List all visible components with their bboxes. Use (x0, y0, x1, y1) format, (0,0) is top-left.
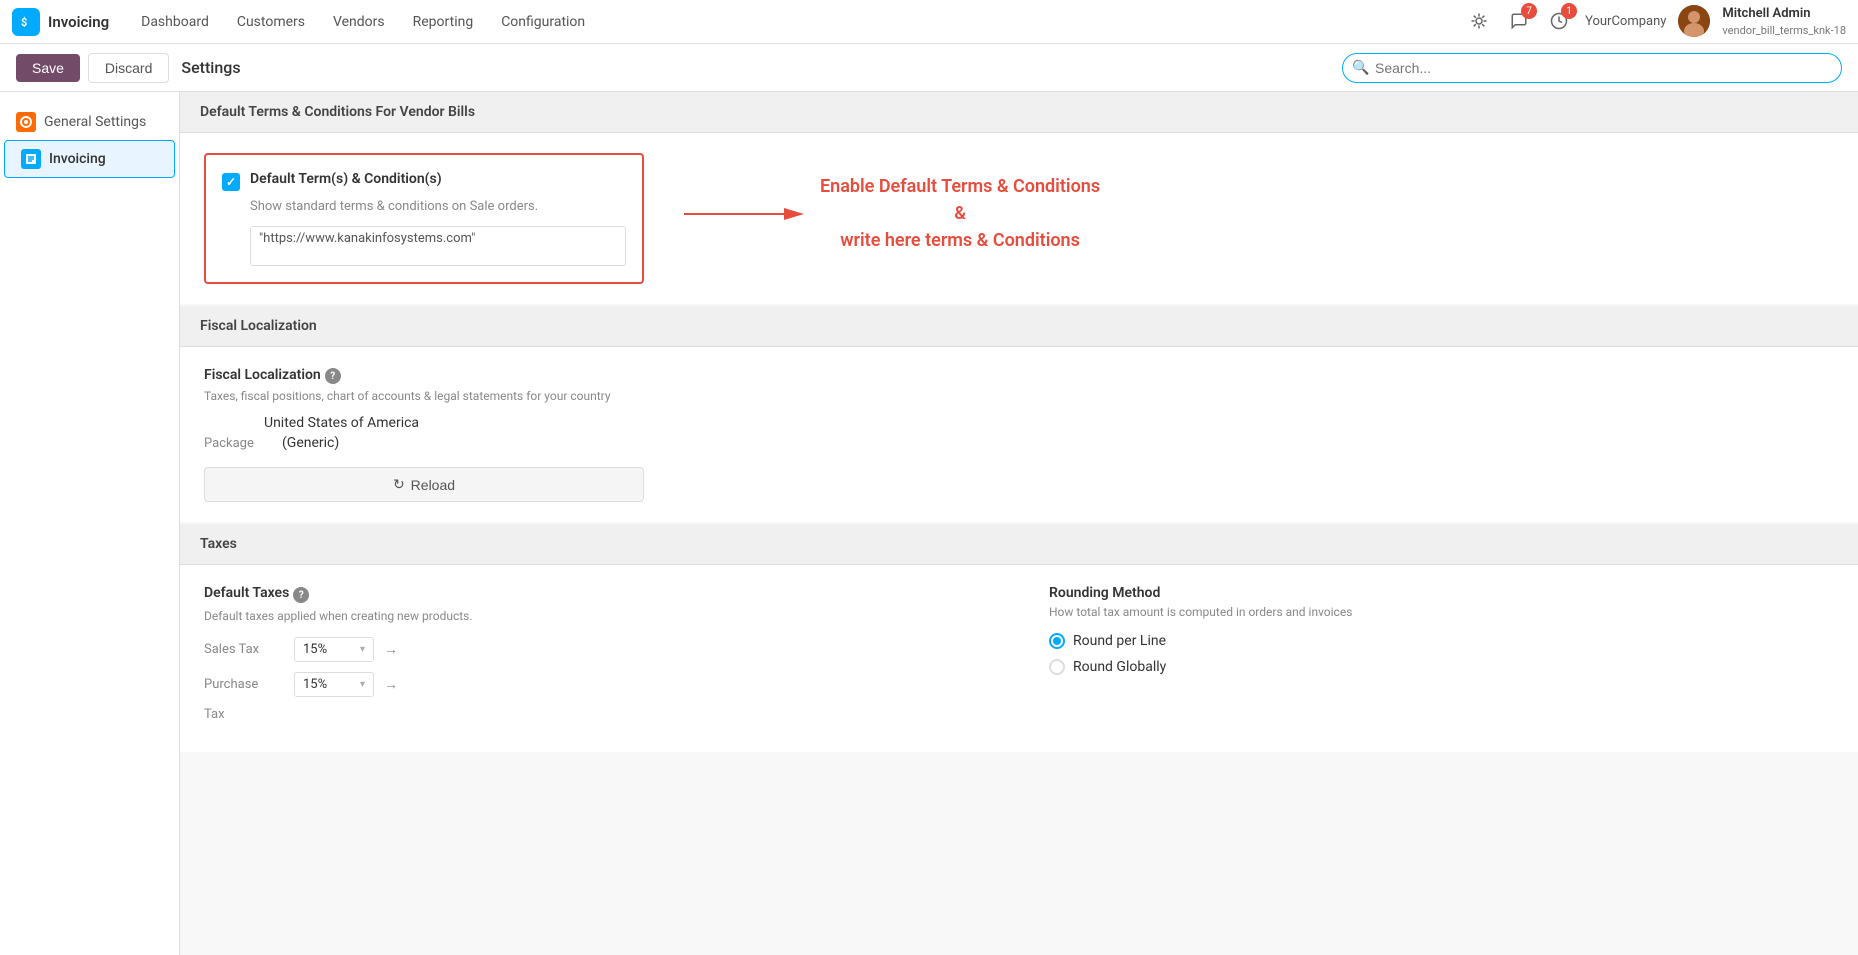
nav-reporting[interactable]: Reporting (401, 8, 486, 36)
terms-section: Default Terms & Conditions For Vendor Bi… (180, 92, 1858, 304)
purchase-tax-chevron: ▾ (360, 679, 365, 690)
taxes-row: Default Taxes ? Default taxes applied wh… (204, 585, 1834, 732)
reload-button[interactable]: ↻ Reload (204, 467, 644, 502)
purchase-tax-link[interactable]: → (384, 676, 398, 693)
invoicing-icon (21, 149, 41, 169)
taxes-section-body: Default Taxes ? Default taxes applied wh… (180, 565, 1858, 752)
round-globally-radio[interactable] (1049, 659, 1065, 675)
purchase-tax-value: 15% (303, 677, 327, 692)
reload-label: Reload (411, 477, 455, 493)
chat-badge: 7 (1521, 3, 1537, 19)
activity-badge: 1 (1561, 3, 1577, 19)
purchase-tax-select[interactable]: 15% ▾ (294, 672, 374, 697)
search-bar: 🔍 (1342, 53, 1842, 83)
arrow-container (684, 194, 804, 234)
app-logo: $ (12, 8, 40, 36)
sidebar-general-label: General Settings (44, 114, 146, 130)
purchase-tax-label: Purchase (204, 677, 284, 692)
search-icon: 🔍 (1352, 60, 1369, 76)
package-label: Package (204, 436, 274, 451)
nav-right: 7 1 YourCompany Mitchell Admin vendor_bi… (1465, 5, 1846, 39)
sales-tax-value: 15% (303, 642, 327, 657)
terms-section-body: Default Term(s) & Condition(s) Show stan… (180, 133, 1858, 304)
annotation-container: Enable Default Terms & Conditions&write … (684, 153, 1100, 254)
save-button[interactable]: Save (16, 54, 80, 82)
terms-url[interactable]: "https://www.kanakinfosystems.com" (250, 226, 626, 266)
sales-tax-link[interactable]: → (384, 641, 398, 658)
content-area: Default Terms & Conditions For Vendor Bi… (180, 92, 1858, 955)
toolbar: Save Discard Settings 🔍 (0, 44, 1858, 92)
main-layout: General Settings Invoicing Default Terms… (0, 92, 1858, 955)
nav-customers[interactable]: Customers (225, 8, 317, 36)
fiscal-help-icon[interactable]: ? (325, 368, 341, 384)
search-input[interactable] (1342, 53, 1842, 83)
user-info: Mitchell Admin vendor_bill_terms_knk-18 (1722, 5, 1846, 39)
tax-label-row: Tax (204, 707, 989, 722)
user-name: Mitchell Admin (1722, 5, 1846, 23)
terms-checkbox[interactable] (222, 173, 240, 191)
user-avatar[interactable] (1678, 5, 1710, 37)
rounding-radio-group: Round per Line Round Globally (1049, 633, 1834, 675)
activity-button[interactable]: 1 (1545, 7, 1573, 35)
fiscal-section-body: Fiscal Localization ? Taxes, fiscal posi… (180, 347, 1858, 522)
sidebar: General Settings Invoicing (0, 92, 180, 955)
package-value: (Generic) (282, 435, 339, 451)
terms-section-header: Default Terms & Conditions For Vendor Bi… (180, 92, 1858, 133)
round-per-line-row: Round per Line (1049, 633, 1834, 649)
sidebar-item-invoicing[interactable]: Invoicing (4, 140, 175, 178)
rounding-col: Rounding Method How total tax amount is … (1049, 585, 1834, 732)
toolbar-title: Settings (181, 58, 240, 77)
nav-dashboard[interactable]: Dashboard (129, 8, 221, 36)
sales-tax-chevron: ▾ (360, 644, 365, 655)
reload-icon: ↻ (393, 476, 405, 493)
default-taxes-label: Default Taxes (204, 585, 289, 601)
fiscal-section: Fiscal Localization Fiscal Localization … (180, 306, 1858, 522)
svg-text:$: $ (21, 16, 27, 29)
fiscal-section-header: Fiscal Localization (180, 306, 1858, 347)
round-globally-row: Round Globally (1049, 659, 1834, 675)
terms-card: Default Term(s) & Condition(s) Show stan… (204, 153, 644, 284)
terms-description: Show standard terms & conditions on Sale… (250, 199, 626, 214)
rounding-label: Rounding Method (1049, 585, 1834, 601)
app-name: Invoicing (48, 13, 109, 31)
sales-tax-select[interactable]: 15% ▾ (294, 637, 374, 662)
nav-links: Dashboard Customers Vendors Reporting Co… (129, 8, 1465, 36)
purchase-tax-row: Purchase 15% ▾ → (204, 672, 989, 697)
sales-tax-label: Sales Tax (204, 642, 284, 657)
general-settings-icon (16, 112, 36, 132)
rounding-desc: How total tax amount is computed in orde… (1049, 605, 1834, 619)
annotation-text: Enable Default Terms & Conditions&write … (820, 173, 1100, 254)
sidebar-item-general[interactable]: General Settings (0, 104, 179, 140)
user-branch: vendor_bill_terms_knk-18 (1722, 23, 1846, 38)
default-taxes-help-icon[interactable]: ? (293, 587, 309, 603)
tax-label: Tax (204, 707, 284, 722)
default-taxes-desc: Default taxes applied when creating new … (204, 609, 989, 623)
round-globally-label: Round Globally (1073, 659, 1166, 675)
bug-button[interactable] (1465, 7, 1493, 35)
chat-button[interactable]: 7 (1505, 7, 1533, 35)
fiscal-field-label: Fiscal Localization (204, 367, 321, 383)
terms-label: Default Term(s) & Condition(s) (250, 171, 442, 187)
nav-vendors[interactable]: Vendors (321, 8, 397, 36)
round-per-line-radio[interactable] (1049, 633, 1065, 649)
annotation-arrow (684, 194, 804, 234)
company-name: YourCompany (1585, 14, 1666, 29)
fiscal-field-desc: Taxes, fiscal positions, chart of accoun… (204, 389, 804, 403)
round-per-line-label: Round per Line (1073, 633, 1166, 649)
sales-tax-row: Sales Tax 15% ▾ → (204, 637, 989, 662)
top-nav: $ Invoicing Dashboard Customers Vendors … (0, 0, 1858, 44)
taxes-section: Taxes Default Taxes ? Default taxes appl… (180, 524, 1858, 752)
taxes-section-header: Taxes (180, 524, 1858, 565)
discard-button[interactable]: Discard (88, 53, 169, 83)
nav-configuration[interactable]: Configuration (489, 8, 597, 36)
fiscal-country: United States of America (264, 415, 804, 431)
default-taxes-col: Default Taxes ? Default taxes applied wh… (204, 585, 989, 732)
sidebar-invoicing-label: Invoicing (49, 151, 106, 167)
